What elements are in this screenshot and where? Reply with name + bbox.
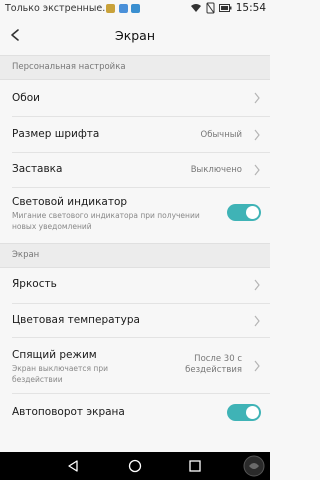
back-triangle-icon[interactable] bbox=[66, 459, 80, 473]
page-title: Экран bbox=[114, 27, 156, 43]
section-label: Экран bbox=[12, 250, 40, 260]
item-subtitle: Экран выключается при бездействии bbox=[12, 364, 108, 384]
item-title: Световой индикатор bbox=[12, 196, 128, 208]
settings-item-led-indicator[interactable]: Световой индикатор Мигание светового инд… bbox=[0, 188, 270, 241]
led-indicator-toggle[interactable] bbox=[227, 204, 261, 221]
status-bar: Только экстренные... 15:54 bbox=[0, 0, 270, 18]
section-header-screen: Экран bbox=[0, 243, 270, 268]
item-title: Спящий режим bbox=[12, 349, 97, 361]
auto-rotate-toggle[interactable] bbox=[227, 404, 261, 421]
item-title: Цветовая температура bbox=[12, 314, 140, 326]
back-arrow-icon[interactable] bbox=[7, 27, 23, 43]
chevron-right-icon bbox=[254, 92, 260, 104]
item-subtitle: Мигание светового индикатора при получен… bbox=[12, 211, 200, 231]
watermark-logo-icon bbox=[243, 455, 265, 477]
item-value: После 30 с бездействия bbox=[185, 354, 242, 375]
section-header-personal: Персональная настройка bbox=[0, 55, 270, 80]
recents-square-icon[interactable] bbox=[188, 459, 202, 473]
notification-icon bbox=[119, 4, 128, 13]
settings-item-wallpaper[interactable]: Обои bbox=[0, 80, 270, 117]
chevron-right-icon bbox=[254, 279, 260, 291]
item-value: Выключено bbox=[190, 165, 242, 175]
chevron-right-icon bbox=[254, 129, 260, 141]
settings-item-sleep[interactable]: Спящий режим Экран выключается при безде… bbox=[0, 338, 270, 394]
chevron-right-icon bbox=[254, 164, 260, 176]
status-time: 15:54 bbox=[235, 2, 266, 14]
section-label: Персональная настройка bbox=[12, 62, 126, 72]
navigation-bar bbox=[0, 452, 270, 480]
notification-icon bbox=[106, 4, 115, 13]
item-title: Яркость bbox=[12, 278, 57, 290]
app-header: Экран bbox=[0, 18, 270, 52]
chevron-right-icon bbox=[254, 360, 260, 372]
settings-item-font-size[interactable]: Размер шрифта Обычный bbox=[0, 117, 270, 153]
settings-item-screensaver[interactable]: Заставка Выключено bbox=[0, 153, 270, 188]
item-title: Обои bbox=[12, 92, 40, 104]
settings-item-brightness[interactable]: Яркость bbox=[0, 268, 270, 304]
battery-icon bbox=[218, 4, 232, 12]
status-carrier-text: Только экстренные... bbox=[5, 3, 112, 14]
chevron-right-icon bbox=[254, 315, 260, 327]
item-title: Заставка bbox=[12, 163, 63, 175]
settings-item-auto-rotate[interactable]: Автоповорот экрана bbox=[0, 394, 270, 432]
settings-item-color-temperature[interactable]: Цветовая температура bbox=[0, 304, 270, 338]
notification-mute-icon bbox=[206, 2, 215, 14]
notification-icon bbox=[131, 4, 140, 13]
item-title: Автоповорот экрана bbox=[12, 406, 125, 418]
wifi-icon bbox=[190, 4, 201, 12]
home-circle-icon[interactable] bbox=[128, 459, 142, 473]
item-value: Обычный bbox=[200, 130, 242, 140]
item-title: Размер шрифта bbox=[12, 128, 100, 140]
